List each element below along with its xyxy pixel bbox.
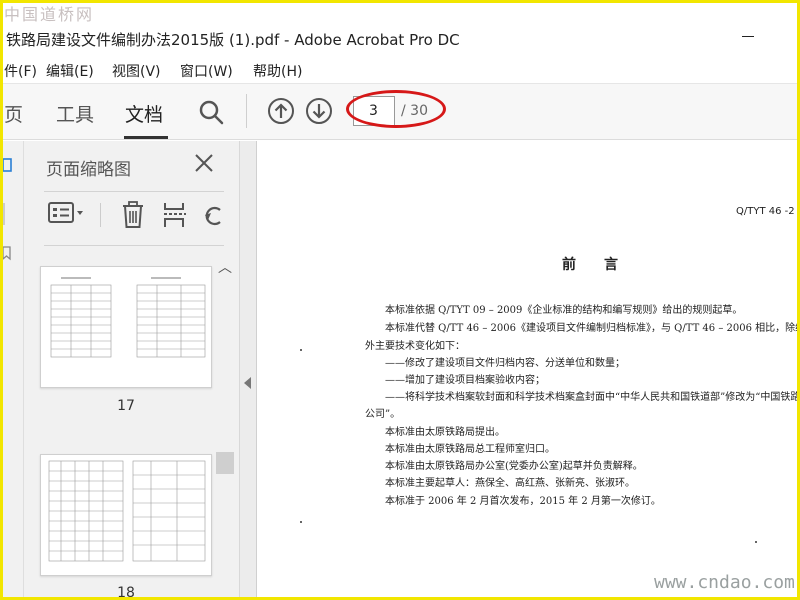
- document-speck: [300, 521, 302, 523]
- page-thumbnails-icon[interactable]: [2, 157, 12, 173]
- close-icon[interactable]: [192, 151, 216, 175]
- menu-view[interactable]: 视图(V): [112, 61, 161, 81]
- document-line: ——修改了建设项目文件归档内容、分送单位和数量；: [385, 358, 625, 369]
- title-bar: 铁路局建设文件编制办法2015版 (1).pdf - Adobe Acrobat…: [0, 22, 800, 56]
- scroll-up-arrow[interactable]: ︿: [218, 257, 232, 277]
- left-navigation-rail: [0, 141, 24, 600]
- document-line: 本标准代替 Q/TT 46 – 2006《建设项目文件编制归档标准》，与 Q/T…: [385, 323, 800, 334]
- page-thumbnails-panel: 页面缩略图 ︿ 17 18: [24, 141, 240, 600]
- tab-home[interactable]: 页: [4, 100, 23, 127]
- window-title: 铁路局建设文件编制办法2015版 (1).pdf - Adobe Acrobat…: [6, 31, 460, 49]
- panel-collapse-strip[interactable]: [240, 141, 257, 600]
- toolbar-divider: [246, 94, 247, 128]
- thumbnail-label: 17: [117, 398, 135, 414]
- watermark-bottom: www.cndao.com: [654, 572, 795, 593]
- menu-edit[interactable]: 编辑(E): [46, 61, 94, 81]
- menu-help[interactable]: 帮助(H): [253, 61, 302, 81]
- next-page-icon[interactable]: [305, 97, 333, 125]
- page-thumbnail-preview: [48, 460, 206, 562]
- menu-file[interactable]: 件(F): [4, 61, 37, 81]
- menu-window[interactable]: 窗口(W): [180, 61, 233, 81]
- thumbnail-scrollbar[interactable]: ︿: [214, 257, 234, 600]
- active-tab-indicator: [124, 136, 168, 139]
- panel-divider-2: [44, 245, 224, 246]
- watermark-top: 中国道桥网: [4, 5, 95, 24]
- page-thumbnail[interactable]: [40, 454, 212, 576]
- trash-icon[interactable]: [120, 201, 146, 229]
- page-thumbnail-preview: [50, 277, 206, 358]
- document-speck: [755, 541, 757, 543]
- document-line: ——增加了建设项目档案验收内容；: [385, 375, 545, 386]
- document-speck: [300, 349, 302, 351]
- document-heading: 前言: [562, 257, 646, 273]
- page-thumbnail[interactable]: [40, 266, 212, 388]
- document-line: 外主要技术变化如下：: [365, 341, 465, 352]
- document-line: 本标准由太原铁路局办公室(党委办公室)起草并负责解释。: [385, 461, 643, 472]
- document-line: 本标准主要起草人：燕保全、高红燕、张新亮、张淑环。: [385, 478, 635, 489]
- minimize-button[interactable]: [742, 36, 754, 37]
- menu-bar: 件(F) 编辑(E) 视图(V) 窗口(W) 帮助(H): [0, 56, 800, 84]
- document-view: Q/TYT 46 -2 前言 本标准依据 Q/TYT 09 – 2009《企业标…: [258, 141, 800, 600]
- thumbnail-label: 18: [117, 585, 135, 600]
- document-line: ——将科学技术档案软封面和科学技术档案盒封面中“中华人民共和国铁道部”修改为“中…: [385, 392, 800, 403]
- rotate-icon[interactable]: [202, 201, 224, 229]
- bookmark-icon[interactable]: [2, 245, 12, 261]
- extract-pages-icon[interactable]: [162, 201, 188, 229]
- document-line: 公司”。: [365, 409, 401, 420]
- document-header-code: Q/TYT 46 -2: [736, 206, 795, 217]
- panel-icon-divider: [100, 203, 101, 227]
- scrollbar-thumb[interactable]: [216, 452, 234, 474]
- previous-page-icon[interactable]: [267, 97, 295, 125]
- panel-divider: [44, 191, 224, 192]
- rail-marker: [2, 203, 5, 225]
- document-line: 本标准由太原铁路局总工程师室归口。: [385, 444, 555, 455]
- options-icon[interactable]: [48, 201, 86, 225]
- collapse-arrow-icon[interactable]: [244, 377, 251, 389]
- tab-document[interactable]: 文档: [125, 100, 163, 127]
- document-line: 本标准于 2006 年 2 月首次发布，2015 年 2 月第一次修订。: [385, 496, 661, 507]
- search-icon[interactable]: [197, 98, 225, 126]
- tab-tools[interactable]: 工具: [56, 100, 94, 127]
- document-line: 本标准由太原铁路局提出。: [385, 427, 505, 438]
- red-highlight-ellipse: [346, 90, 446, 128]
- document-line: 本标准依据 Q/TYT 09 – 2009《企业标准的结构和编写规则》给出的规则…: [385, 305, 743, 316]
- panel-title: 页面缩略图: [46, 160, 131, 180]
